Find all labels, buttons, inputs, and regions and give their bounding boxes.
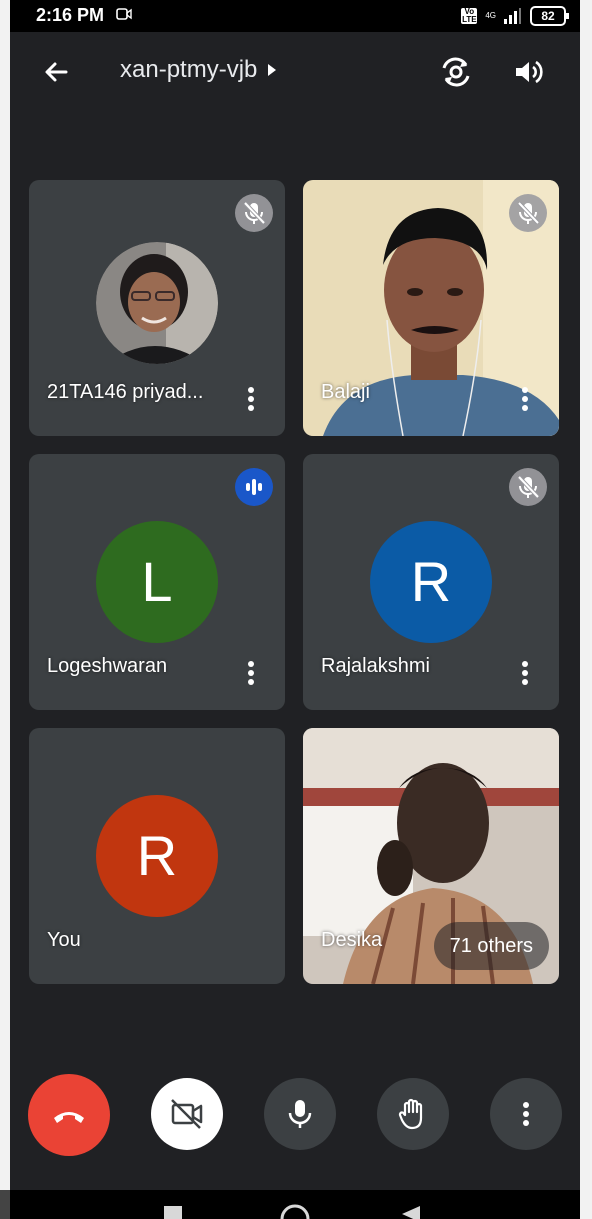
nav-back-icon[interactable]	[402, 1206, 420, 1219]
system-nav-bar	[10, 1190, 580, 1219]
speaker-icon[interactable]	[510, 54, 546, 90]
self-tile[interactable]: R You	[29, 728, 285, 984]
avatar: L	[96, 521, 218, 643]
participant-tile[interactable]: 21TA146 priyad...	[29, 180, 285, 436]
meeting-title-button[interactable]: xan-ptmy-vjb	[120, 56, 277, 84]
participant-name: Balaji	[321, 381, 370, 403]
participant-tile[interactable]: L Logeshwaran	[29, 454, 285, 710]
status-time: 2:16 PM	[36, 5, 105, 25]
meet-app: 2:16 PM Vo LTE 4G 82 xan-ptmy-vjb 21TA14…	[10, 0, 580, 1219]
participant-name: 21TA146 priyad...	[47, 381, 204, 403]
meeting-header: xan-ptmy-vjb	[10, 32, 580, 112]
hang-up-icon	[54, 1112, 84, 1123]
others-tile[interactable]: Desika 71 others	[303, 728, 559, 984]
participant-name: Logeshwaran	[47, 655, 168, 677]
raise-hand-icon	[398, 1098, 423, 1130]
caret-right-icon	[268, 64, 277, 76]
camera-off-icon	[171, 1099, 203, 1129]
camera-toggle-button[interactable]	[151, 1078, 223, 1150]
profile-photo-avatar	[96, 242, 218, 364]
switch-camera-icon[interactable]	[438, 54, 474, 90]
volte-icon: Vo LTE	[461, 7, 478, 24]
more-options-icon[interactable]	[243, 386, 259, 412]
microphone-button[interactable]	[264, 1078, 336, 1150]
status-bar: 2:16 PM Vo LTE 4G 82	[10, 0, 580, 32]
more-options-icon[interactable]	[243, 660, 259, 686]
participant-name: You	[47, 929, 81, 951]
meeting-code: xan-ptmy-vjb	[120, 56, 258, 83]
avatar: R	[96, 795, 218, 917]
recents-icon[interactable]	[164, 1206, 182, 1219]
others-count-badge[interactable]: 71 others	[433, 922, 549, 970]
raise-hand-button[interactable]	[377, 1078, 449, 1150]
end-call-button[interactable]	[28, 1074, 110, 1156]
mic-off-icon	[235, 194, 273, 232]
signal-icon	[504, 8, 521, 24]
speaking-indicator-icon	[235, 468, 273, 506]
mic-off-icon	[509, 194, 547, 232]
nav-bar-corner	[0, 1190, 10, 1219]
microphone-icon	[288, 1100, 312, 1128]
more-options-button[interactable]	[490, 1078, 562, 1150]
home-icon[interactable]	[280, 1204, 310, 1219]
avatar: R	[370, 521, 492, 643]
call-controls	[10, 1074, 580, 1158]
mic-off-icon	[509, 468, 547, 506]
more-vert-icon	[523, 1102, 529, 1126]
participant-tile[interactable]: R Rajalakshmi	[303, 454, 559, 710]
more-options-icon[interactable]	[517, 660, 533, 686]
back-arrow-icon[interactable]	[40, 56, 72, 88]
more-options-icon[interactable]	[517, 386, 533, 412]
participant-tile[interactable]: Balaji	[303, 180, 559, 436]
screen-record-icon	[116, 8, 132, 20]
status-icons: Vo LTE 4G 82	[461, 6, 569, 26]
battery-indicator: 82	[530, 6, 569, 26]
participant-name: Rajalakshmi	[321, 655, 430, 677]
network-type: 4G	[485, 11, 496, 20]
participant-name: Desika	[321, 929, 383, 951]
